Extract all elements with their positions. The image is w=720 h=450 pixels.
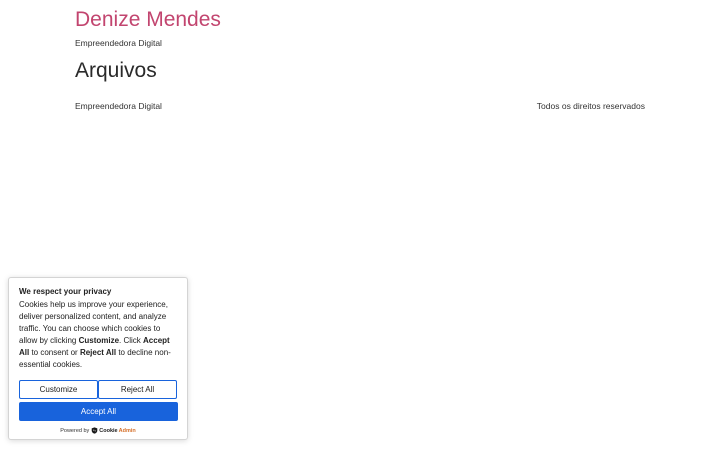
reject-all-button[interactable]: Reject All	[98, 380, 177, 399]
cookie-consent-banner: We respect your privacy Cookies help us …	[8, 277, 188, 440]
site-header: Denize Mendes Empreendedora Digital	[75, 7, 221, 49]
footer-tagline: Empreendedora Digital	[75, 101, 162, 111]
cookieadmin-logo[interactable]: Cookie Admin	[91, 427, 136, 434]
powered-by-label: Powered by	[60, 427, 90, 434]
accept-all-button[interactable]: Accept All	[19, 402, 178, 421]
cookie-banner-description: Cookies help us improve your experience,…	[19, 299, 177, 371]
cookie-text-part-2: . Click	[119, 336, 144, 345]
cookie-shield-icon	[91, 427, 98, 434]
footer-copyright: Todos os direitos reservados	[536, 101, 645, 111]
site-title-link[interactable]: Denize Mendes	[75, 7, 221, 33]
customize-button[interactable]: Customize	[19, 380, 98, 399]
brand-admin-text: Admin	[118, 427, 136, 434]
powered-by: Powered by Cookie Admin	[19, 427, 177, 434]
cookie-banner-title: We respect your privacy	[19, 287, 112, 296]
cookie-button-row: Customize Reject All	[19, 380, 177, 399]
site-tagline: Empreendedora Digital	[75, 38, 162, 48]
cookie-text-customize: Customize	[78, 336, 120, 345]
brand-cookie-text: Cookie	[99, 427, 118, 434]
cookie-text-part-3: to consent or	[29, 348, 80, 357]
page-title: Arquivos	[75, 59, 157, 82]
cookie-text-reject-all: Reject All	[79, 348, 117, 357]
